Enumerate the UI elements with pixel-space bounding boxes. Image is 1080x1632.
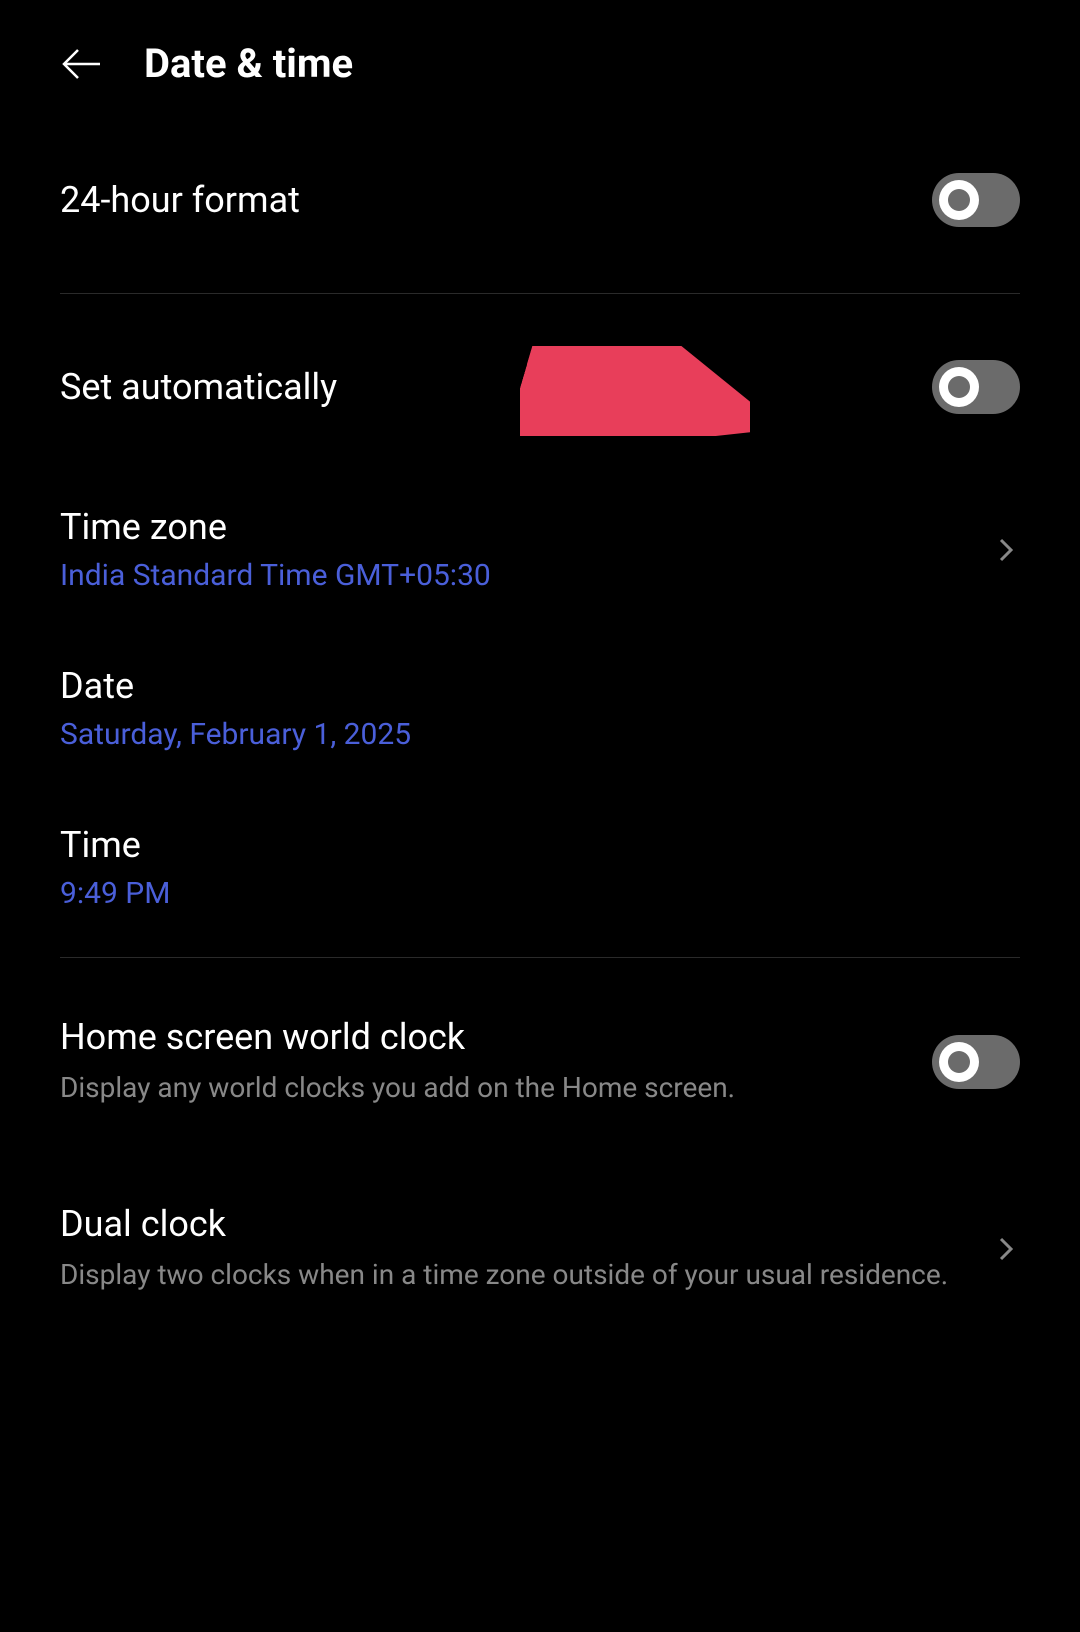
toggle-knob	[939, 367, 979, 407]
toggle-knob	[939, 1042, 979, 1082]
row-dual-clock[interactable]: Dual clock Display two clocks when in a …	[60, 1155, 1020, 1342]
label-time: Time	[60, 824, 1020, 866]
row-24hour-format[interactable]: 24-hour format	[60, 117, 1020, 283]
back-button[interactable]	[60, 42, 104, 86]
toggle-world-clock[interactable]	[932, 1035, 1020, 1089]
label-set-auto: Set automatically	[60, 366, 932, 408]
row-timezone[interactable]: Time zone India Standard Time GMT+05:30	[60, 470, 1020, 629]
row-set-automatically[interactable]: Set automatically	[60, 304, 1020, 470]
chevron-right-icon	[992, 1235, 1020, 1263]
toggle-24hour[interactable]	[932, 173, 1020, 227]
row-time[interactable]: Time 9:49 PM	[60, 788, 1020, 947]
divider	[60, 957, 1020, 958]
value-date: Saturday, February 1, 2025	[60, 717, 1020, 752]
label-date: Date	[60, 665, 1020, 707]
page-title: Date & time	[144, 40, 353, 87]
chevron-right-icon	[992, 536, 1020, 564]
settings-list: 24-hour format Set automatically Time zo…	[0, 117, 1080, 1342]
label-24hour: 24-hour format	[60, 179, 932, 221]
row-world-clock[interactable]: Home screen world clock Display any worl…	[60, 968, 1020, 1155]
value-time: 9:49 PM	[60, 876, 1020, 911]
toggle-knob	[939, 180, 979, 220]
divider	[60, 293, 1020, 294]
toggle-set-auto[interactable]	[932, 360, 1020, 414]
header: Date & time	[0, 0, 1080, 117]
label-world-clock: Home screen world clock	[60, 1016, 932, 1058]
arrow-left-icon	[60, 42, 104, 86]
desc-dual-clock: Display two clocks when in a time zone o…	[60, 1255, 972, 1294]
row-date[interactable]: Date Saturday, February 1, 2025	[60, 629, 1020, 788]
desc-world-clock: Display any world clocks you add on the …	[60, 1068, 932, 1107]
label-dual-clock: Dual clock	[60, 1203, 972, 1245]
label-timezone: Time zone	[60, 506, 972, 548]
value-timezone: India Standard Time GMT+05:30	[60, 558, 972, 593]
